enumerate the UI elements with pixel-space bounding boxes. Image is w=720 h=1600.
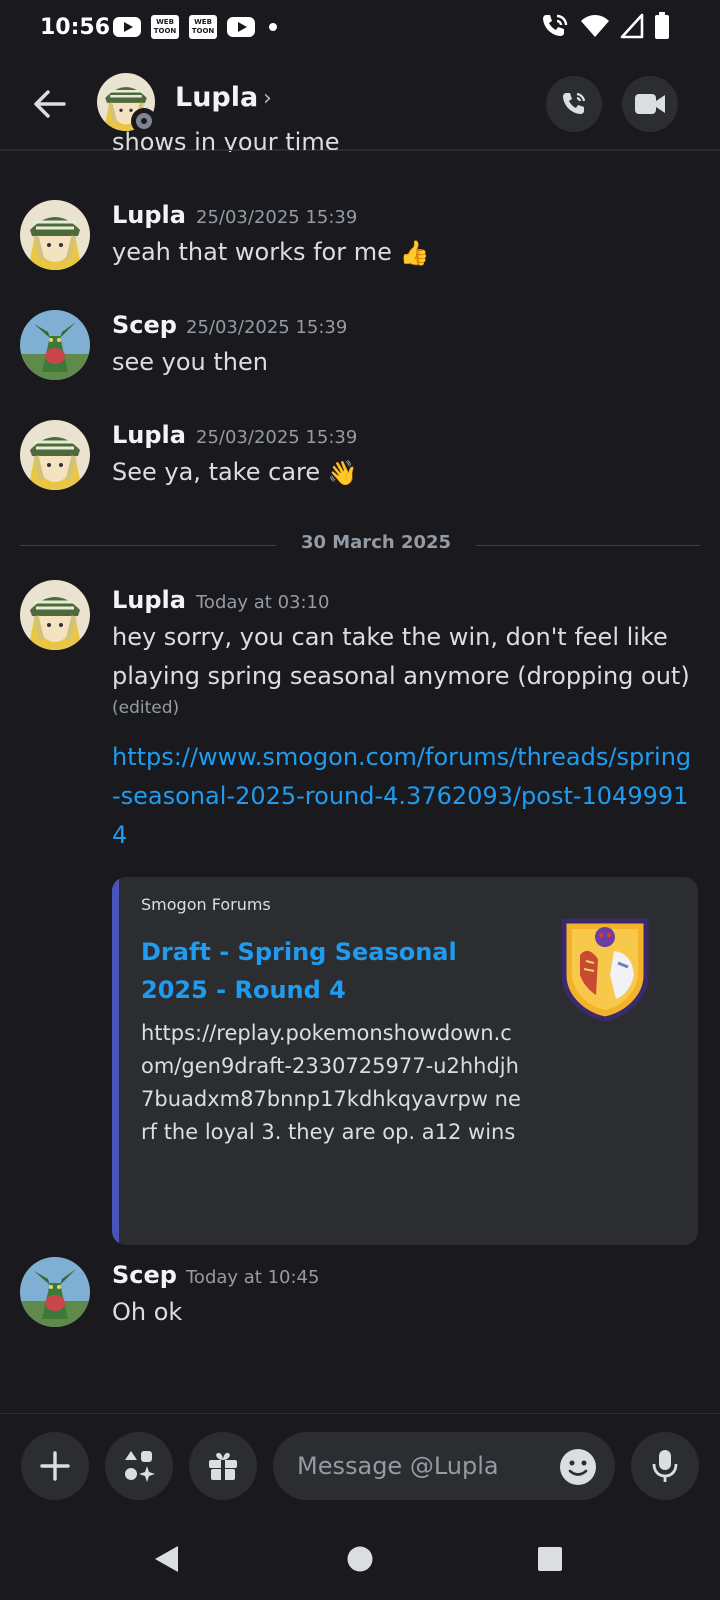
message-timestamp: Today at 03:10 bbox=[196, 592, 330, 613]
webtoon-icon: WEB TOON bbox=[189, 15, 217, 39]
message-text: yeah that works for me bbox=[112, 238, 392, 266]
battery-icon bbox=[655, 12, 669, 39]
date-divider: 30 March 2025 bbox=[20, 532, 700, 553]
youtube-icon bbox=[227, 17, 255, 37]
edited-label: (edited) bbox=[112, 698, 180, 718]
wifi-icon bbox=[581, 15, 609, 37]
system-icons bbox=[540, 12, 670, 40]
status-time: 10:56 bbox=[40, 15, 111, 40]
embed-accent-bar bbox=[112, 877, 119, 1245]
link-embed[interactable]: Smogon Forums Draft - Spring Seasonal 20… bbox=[112, 877, 698, 1245]
message-timestamp: 25/03/2025 15:39 bbox=[186, 317, 348, 338]
back-triangle-icon[interactable] bbox=[152, 1544, 180, 1574]
message-author[interactable]: Lupla bbox=[112, 421, 186, 449]
voice-call-button[interactable] bbox=[546, 76, 602, 132]
message-timestamp: 25/03/2025 15:39 bbox=[196, 427, 358, 448]
apps-button[interactable] bbox=[105, 1432, 173, 1500]
avatar[interactable] bbox=[20, 580, 90, 650]
lupla-avatar-image bbox=[20, 200, 90, 270]
lupla-avatar-image bbox=[20, 420, 90, 490]
divider-line bbox=[476, 545, 700, 546]
notification-icons: WEB TOON WEB TOON bbox=[113, 15, 277, 39]
webtoon-icon: WEB TOON bbox=[151, 15, 179, 39]
home-circle-icon[interactable] bbox=[346, 1545, 374, 1573]
message-text: Oh ok bbox=[112, 1298, 183, 1326]
message-composer: Message @Lupla bbox=[0, 1413, 720, 1518]
lupla-avatar-image bbox=[20, 580, 90, 650]
avatar[interactable] bbox=[20, 310, 90, 380]
system-nav-bar bbox=[0, 1518, 720, 1600]
message-input[interactable]: Message @Lupla bbox=[273, 1432, 615, 1500]
clipped-message: shows in your time bbox=[112, 128, 512, 152]
message-author[interactable]: Lupla bbox=[112, 586, 186, 614]
back-button[interactable] bbox=[28, 82, 72, 126]
recents-square-icon[interactable] bbox=[537, 1546, 563, 1572]
video-camera-icon bbox=[635, 94, 665, 114]
embed-thumbnail[interactable] bbox=[558, 915, 652, 1023]
date-divider-label: 30 March 2025 bbox=[300, 532, 452, 553]
voice-message-button[interactable] bbox=[631, 1432, 699, 1500]
message-timestamp: Today at 10:45 bbox=[186, 1267, 320, 1288]
smiley-icon bbox=[560, 1449, 596, 1485]
waving-hand-emoji: 👋 bbox=[327, 458, 358, 487]
message-text: hey sorry, you can take the win, don't f… bbox=[112, 623, 690, 690]
plus-icon bbox=[40, 1451, 70, 1481]
avatar[interactable] bbox=[20, 200, 90, 270]
signal-icon bbox=[620, 13, 644, 39]
clipped-message-text: shows in your time bbox=[112, 128, 340, 152]
message-author[interactable]: Lupla bbox=[112, 201, 186, 229]
message-input-placeholder: Message @Lupla bbox=[297, 1452, 499, 1480]
avatar[interactable] bbox=[20, 1257, 90, 1327]
header-divider bbox=[0, 150, 720, 151]
header-username[interactable]: Lupla bbox=[175, 82, 258, 113]
apps-icon bbox=[125, 1451, 155, 1482]
divider-line bbox=[20, 545, 276, 546]
message-author[interactable]: Scep bbox=[112, 1261, 177, 1289]
avatar[interactable] bbox=[20, 420, 90, 490]
scep-avatar-image bbox=[20, 1257, 90, 1327]
gift-button[interactable] bbox=[189, 1432, 257, 1500]
message-content: See ya, take care 👋 bbox=[112, 453, 692, 493]
arrow-left-icon bbox=[34, 90, 66, 118]
embed-title[interactable]: Draft - Spring Seasonal 2025 - Round 4 bbox=[141, 933, 461, 1009]
status-bar: 10:56 WEB TOON WEB TOON bbox=[0, 0, 720, 56]
wifi-calling-icon bbox=[543, 14, 568, 36]
thumbs-up-emoji: 👍 bbox=[399, 238, 430, 267]
message-content: yeah that works for me 👍 bbox=[112, 233, 692, 273]
message-link[interactable]: https://www.smogon.com/forums/threads/sp… bbox=[112, 738, 692, 855]
message-timestamp: 25/03/2025 15:39 bbox=[196, 207, 358, 228]
gift-icon bbox=[209, 1452, 237, 1480]
add-attachment-button[interactable] bbox=[21, 1432, 89, 1500]
chevron-right-icon[interactable]: › bbox=[263, 86, 272, 111]
embed-provider[interactable]: Smogon Forums bbox=[141, 895, 271, 914]
message-text: See ya, take care bbox=[112, 458, 321, 486]
scep-avatar-image bbox=[20, 310, 90, 380]
message-text: see you then bbox=[112, 348, 268, 376]
emoji-button[interactable] bbox=[559, 1448, 597, 1486]
youtube-icon bbox=[113, 17, 141, 37]
shield-logo-icon bbox=[561, 918, 649, 1022]
message-author[interactable]: Scep bbox=[112, 311, 177, 339]
voice-call-icon bbox=[563, 92, 586, 114]
mic-icon bbox=[652, 1450, 678, 1482]
embed-description: https://replay.pokemonshowdown.com/gen9d… bbox=[141, 1021, 521, 1144]
video-call-button[interactable] bbox=[622, 76, 678, 132]
more-notifications-dot-icon bbox=[269, 23, 277, 31]
